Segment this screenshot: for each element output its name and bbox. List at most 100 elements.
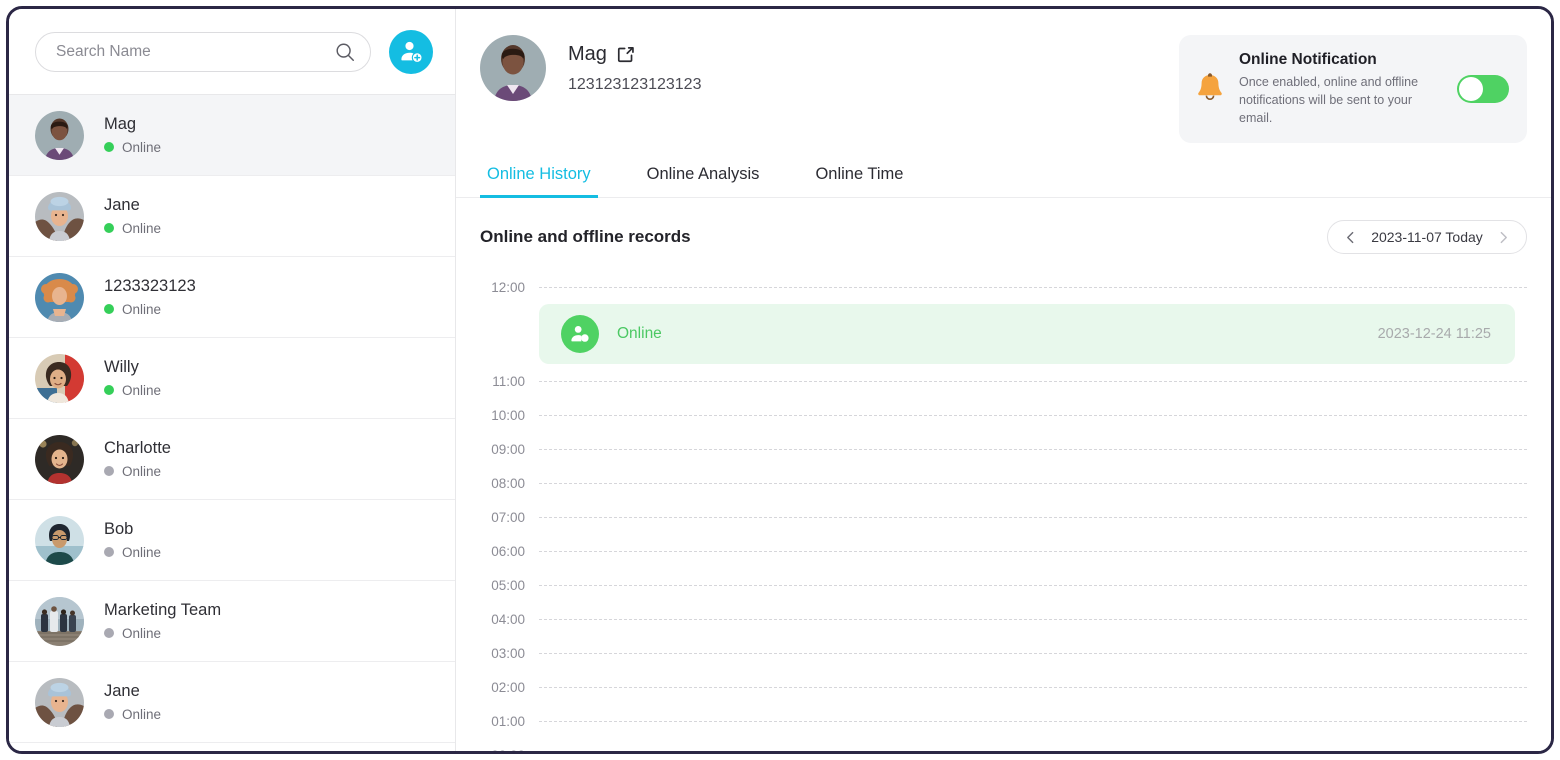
avatar bbox=[35, 677, 84, 727]
contact-list-item[interactable]: Bob Online bbox=[9, 500, 455, 581]
timeline-hour-row: 11:00 bbox=[480, 364, 1527, 398]
hour-label: 06:00 bbox=[491, 543, 525, 559]
hour-gridline bbox=[539, 618, 1527, 620]
records-section: Online and offline records 2023-11-07 To… bbox=[456, 198, 1551, 751]
contact-status: Online bbox=[104, 464, 171, 479]
profile-block: Mag 123123123123123 bbox=[480, 35, 701, 101]
tab-online-analysis[interactable]: Online Analysis bbox=[640, 165, 767, 198]
contact-name: Charlotte bbox=[104, 439, 171, 458]
status-label: Online bbox=[122, 463, 162, 479]
contact-status: Online bbox=[104, 545, 161, 560]
avatar-woman-smiling-red bbox=[35, 353, 84, 403]
add-user-button[interactable] bbox=[389, 29, 433, 74]
status-dot bbox=[104, 709, 114, 720]
contact-meta: Charlotte Online bbox=[104, 439, 171, 479]
hour-label: 01:00 bbox=[491, 713, 525, 729]
status-label: Online bbox=[122, 301, 162, 317]
contact-meta: Willy Online bbox=[104, 358, 161, 398]
contact-list-item[interactable]: 1233323123 Online bbox=[9, 257, 455, 338]
hour-label: 08:00 bbox=[491, 475, 525, 491]
timeline-hour-row: 02:00 bbox=[480, 670, 1527, 704]
hour-gridline bbox=[539, 516, 1527, 518]
status-label: Online bbox=[122, 625, 162, 641]
contact-name: 1233323123 bbox=[104, 277, 196, 296]
status-dot bbox=[104, 304, 114, 315]
date-label: 2023-11-07 Today bbox=[1371, 229, 1483, 246]
profile-name-row: Mag bbox=[568, 43, 701, 66]
date-navigator[interactable]: 2023-11-07 Today bbox=[1327, 220, 1527, 255]
toggle-knob bbox=[1459, 77, 1483, 102]
timeline-hour-row: 10:00 bbox=[480, 398, 1527, 432]
avatar-woman-curly-hair bbox=[35, 272, 84, 322]
status-dot bbox=[104, 223, 114, 234]
contact-status: Online bbox=[104, 302, 196, 317]
online-notification-card: Online Notification Once enabled, online… bbox=[1179, 35, 1527, 144]
edit-pencil-icon[interactable] bbox=[617, 46, 634, 63]
avatar bbox=[35, 353, 84, 403]
contact-status: Online bbox=[104, 383, 161, 398]
contact-meta: 1233323123 Online bbox=[104, 277, 196, 317]
avatar bbox=[35, 191, 84, 241]
avatar-man-purple-shirt bbox=[480, 35, 546, 101]
search-input[interactable] bbox=[56, 42, 334, 61]
avatar bbox=[35, 272, 84, 322]
contact-list-item[interactable]: Mag Online bbox=[9, 95, 455, 176]
hour-label: 12:00 bbox=[491, 279, 525, 295]
tab-online-time[interactable]: Online Time bbox=[808, 165, 910, 198]
hour-gridline bbox=[539, 584, 1527, 586]
timeline-hour-row: 04:00 bbox=[480, 602, 1527, 636]
timeline-event[interactable]: Online 2023-12-24 11:25 bbox=[539, 304, 1515, 365]
hour-label: 03:00 bbox=[491, 645, 525, 661]
contact-list[interactable]: Mag Online Jane Online 1233323123 Online Wi… bbox=[9, 94, 455, 751]
contact-list-item[interactable]: Willy Online bbox=[9, 338, 455, 419]
timeline-hour-row: 06:00 bbox=[480, 534, 1527, 568]
avatar-woman-blue-hat bbox=[35, 677, 84, 727]
timeline-hour-row: 00:00 bbox=[480, 738, 1527, 751]
status-dot bbox=[104, 385, 114, 396]
hour-gridline bbox=[539, 720, 1527, 722]
add-user-icon bbox=[401, 41, 423, 63]
contact-name: Marketing Team bbox=[104, 601, 222, 620]
contact-name: Jane bbox=[104, 196, 140, 215]
chevron-left-icon[interactable] bbox=[1344, 231, 1357, 244]
records-timeline[interactable]: 12:00 Online 2023-12-24 11:25 11:00 10:00 09:… bbox=[480, 270, 1527, 751]
contact-meta: Jane Online bbox=[104, 196, 161, 236]
notification-text: Online Notification Once enabled, online… bbox=[1239, 51, 1443, 127]
hour-label: 10:00 bbox=[491, 407, 525, 423]
records-title: Online and offline records bbox=[480, 227, 691, 247]
contact-status: Online bbox=[104, 626, 221, 641]
main-tabs[interactable]: Online History Online Analysis Online Time bbox=[456, 165, 1551, 199]
status-dot bbox=[104, 547, 114, 558]
status-dot bbox=[104, 628, 114, 639]
sidebar-search-bar bbox=[9, 9, 455, 94]
event-label: Online bbox=[617, 325, 662, 343]
contact-list-item[interactable]: Jane Online bbox=[9, 176, 455, 257]
profile-id: 123123123123123 bbox=[568, 75, 702, 93]
hour-label: 09:00 bbox=[491, 441, 525, 457]
records-header: Online and offline records 2023-11-07 To… bbox=[480, 198, 1527, 270]
search-box[interactable] bbox=[35, 31, 371, 72]
hour-gridline bbox=[539, 482, 1527, 484]
hour-label: 07:00 bbox=[491, 509, 525, 525]
contact-name: Bob bbox=[104, 520, 134, 539]
chevron-right-icon[interactable] bbox=[1497, 231, 1510, 244]
search-icon[interactable] bbox=[334, 41, 356, 63]
hour-label: 11:00 bbox=[492, 373, 525, 389]
status-label: Online bbox=[122, 139, 162, 155]
contact-list-item[interactable]: Charlotte Online bbox=[9, 419, 455, 500]
hour-label: 04:00 bbox=[491, 611, 525, 627]
status-dot bbox=[104, 142, 114, 153]
contact-list-item[interactable]: Marketing Team Online bbox=[9, 581, 455, 662]
hour-label: 05:00 bbox=[491, 577, 525, 593]
status-dot bbox=[104, 466, 114, 477]
profile-avatar bbox=[480, 35, 546, 101]
hour-gridline bbox=[539, 286, 1527, 288]
app-window: Mag Online Jane Online 1233323123 Online Wi… bbox=[6, 6, 1554, 754]
contact-list-item[interactable]: Jane Online bbox=[9, 662, 455, 743]
main-header: Mag 123123123123123 Online Notification … bbox=[456, 9, 1551, 144]
hour-gridline bbox=[539, 448, 1527, 450]
contact-meta: Bob Online bbox=[104, 520, 161, 560]
avatar-woman-blue-hat bbox=[35, 191, 84, 241]
notification-toggle[interactable] bbox=[1457, 75, 1509, 104]
tab-online-history[interactable]: Online History bbox=[480, 165, 598, 199]
